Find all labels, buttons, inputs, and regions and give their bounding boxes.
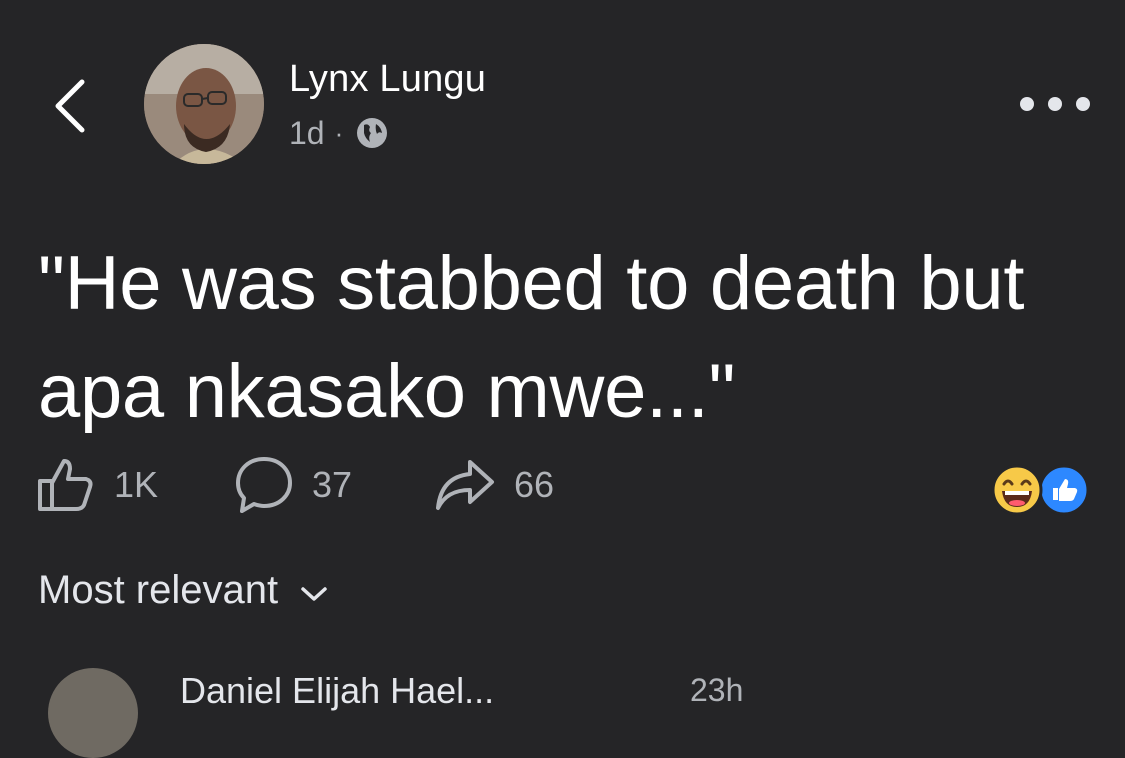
like-reaction-icon bbox=[1038, 464, 1090, 516]
post-text: "He was stabbed to death but apa nkasako… bbox=[38, 241, 1025, 434]
like-button[interactable]: 1K bbox=[36, 456, 158, 514]
more-options-icon bbox=[1020, 97, 1034, 111]
chevron-left-icon bbox=[55, 79, 85, 133]
more-options-button[interactable] bbox=[1020, 86, 1090, 122]
post-view: { "header": { "author_name": "Lynx Lungu… bbox=[0, 0, 1125, 758]
comment-timestamp: 23h bbox=[690, 672, 744, 708]
share-arrow-icon bbox=[436, 460, 494, 510]
author-avatar[interactable] bbox=[144, 44, 264, 164]
back-button[interactable] bbox=[50, 74, 94, 138]
reaction-icons bbox=[991, 464, 1090, 516]
meta-separator: · bbox=[334, 117, 344, 148]
more-options-icon bbox=[1048, 97, 1062, 111]
like-count: 1K bbox=[114, 464, 159, 505]
avatar-photo bbox=[144, 44, 264, 164]
reaction-summary[interactable] bbox=[990, 464, 1092, 516]
post-timestamp[interactable]: 1d bbox=[289, 115, 325, 152]
sort-label: Most relevant bbox=[38, 568, 279, 612]
comment-sort-dropdown[interactable]: Most relevant bbox=[38, 568, 328, 613]
comment-count: 37 bbox=[312, 464, 353, 505]
share-count: 66 bbox=[514, 464, 555, 505]
laughing-emoji-icon bbox=[991, 464, 1043, 516]
commenter-name[interactable]: Daniel Elijah Hael... bbox=[180, 670, 494, 712]
commenter-avatar[interactable] bbox=[48, 668, 138, 758]
comment-bubble-icon bbox=[236, 457, 292, 513]
more-options-icon bbox=[1076, 97, 1090, 111]
comment-button[interactable]: 37 bbox=[234, 456, 352, 514]
post-meta: 1d · bbox=[289, 114, 389, 152]
share-button[interactable]: 66 bbox=[434, 456, 554, 514]
chevron-down-icon bbox=[301, 586, 327, 601]
globe-icon bbox=[357, 118, 388, 148]
author-name[interactable]: Lynx Lungu bbox=[289, 58, 486, 101]
thumbs-up-icon bbox=[38, 459, 93, 511]
